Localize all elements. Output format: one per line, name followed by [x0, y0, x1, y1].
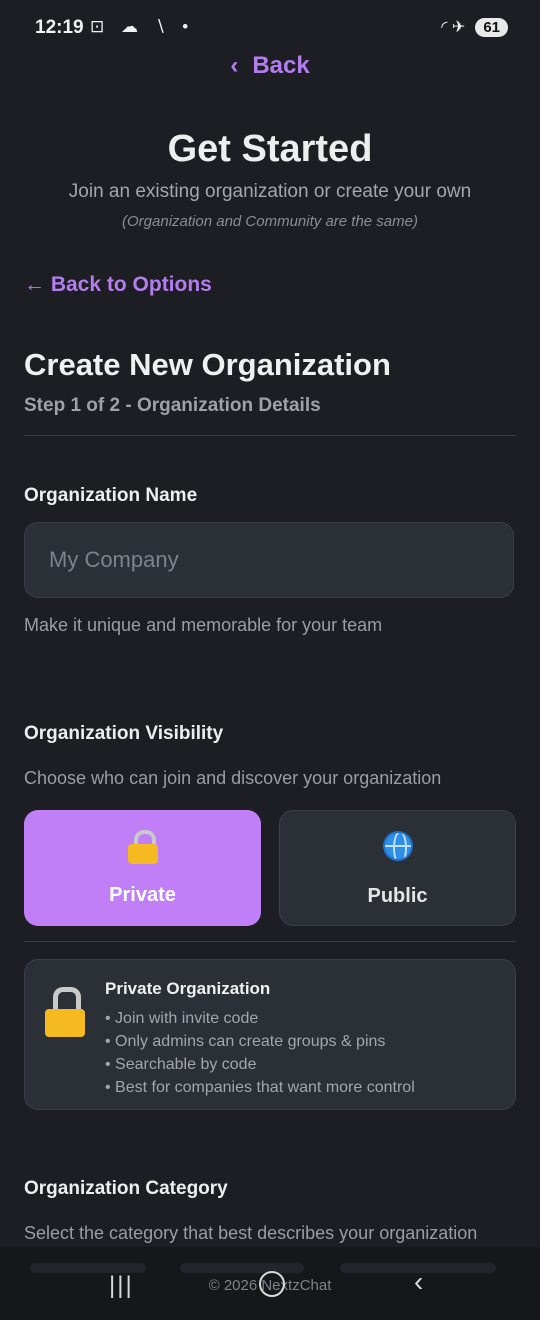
org-name-hint: Make it unique and memorable for your te…: [24, 615, 383, 635]
visibility-icon-wrap: [24, 830, 261, 872]
category-hint: Select the category that best describes …: [24, 1223, 478, 1243]
category-label: Organization Category: [24, 1178, 228, 1199]
home-icon[interactable]: [259, 1271, 285, 1297]
battery-icon: 61: [475, 17, 508, 37]
globe-icon: [382, 831, 413, 861]
list-item: • Only admins can create groups & pins: [105, 1033, 386, 1050]
list-item: • Join with invite code: [105, 1010, 259, 1027]
back-to-options-link[interactable]: ← Back to Options: [24, 273, 212, 297]
chevron-left-icon: ‹: [230, 52, 239, 79]
status-bar: 12:19 ⊡ ☁ ∖ • ◜ ✈ 61: [0, 0, 540, 56]
back-button[interactable]: ‹ Back: [0, 52, 540, 80]
system-back-icon[interactable]: ‹: [414, 1266, 423, 1298]
page-title: Get Started: [167, 128, 373, 170]
page-subtitle: Join an existing organization or create …: [68, 181, 472, 202]
divider: [24, 941, 516, 942]
back-label: Back: [252, 52, 310, 79]
page-note: (Organization and Community are the same…: [122, 213, 418, 230]
lock-icon: [45, 987, 85, 1037]
section-heading: Create New Organization: [24, 347, 391, 382]
status-right: ◜ ✈ 61: [441, 17, 508, 37]
status-notification-icons: ⊡ ☁ ∖ •: [90, 17, 195, 36]
visibility-option-public[interactable]: Public: [279, 810, 516, 926]
category-chip-partial[interactable]: [180, 1263, 304, 1273]
org-name-label: Organization Name: [24, 485, 198, 506]
info-list: • Join with invite code • Only admins ca…: [105, 1007, 415, 1099]
info-title: Private Organization: [105, 979, 271, 998]
divider: [24, 435, 516, 436]
step-indicator: Step 1 of 2 - Organization Details: [24, 395, 321, 416]
recent-apps-icon[interactable]: |||: [109, 1272, 134, 1300]
list-item: • Searchable by code: [105, 1056, 257, 1073]
wifi-airplane-icons: ◜ ✈: [441, 19, 466, 36]
lock-icon: [127, 830, 158, 864]
visibility-info-card: Private Organization • Join with invite …: [24, 959, 516, 1110]
org-name-input[interactable]: [24, 522, 514, 598]
visibility-label: Organization Visibility: [24, 723, 224, 744]
visibility-icon-wrap: [280, 831, 515, 869]
visibility-option-label: Public: [367, 885, 428, 907]
status-time: 12:19: [35, 17, 84, 38]
list-item: • Best for companies that want more cont…: [105, 1079, 415, 1096]
visibility-option-private[interactable]: Private: [24, 810, 261, 926]
visibility-hint: Choose who can join and discover your or…: [24, 768, 442, 788]
visibility-option-label: Private: [109, 884, 176, 906]
